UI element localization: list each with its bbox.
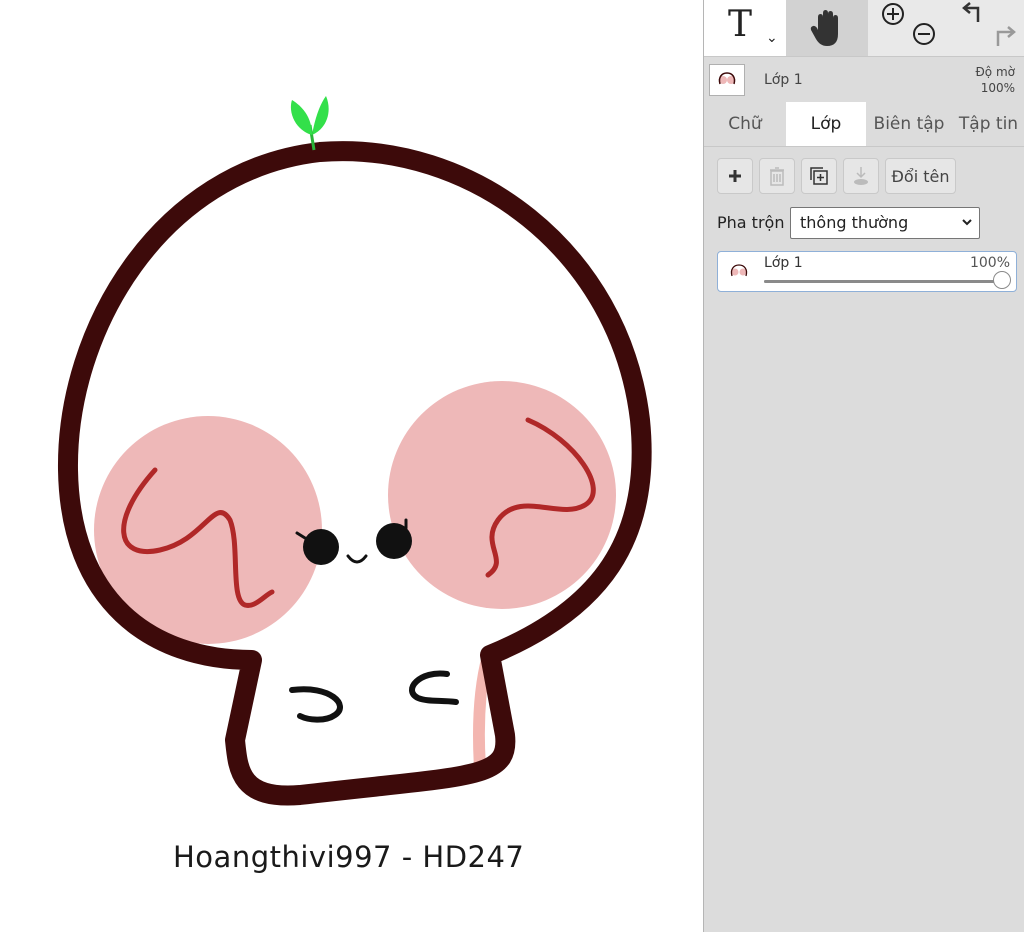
left-arm: [289, 686, 343, 723]
zoom-tools: [868, 0, 946, 56]
trash-icon: [770, 167, 784, 186]
plus-icon: [729, 170, 741, 182]
delete-layer-button[interactable]: [759, 158, 795, 194]
blend-mode-value: thông thường: [800, 213, 909, 232]
layer-thumbnail: [730, 264, 748, 277]
hand-icon: [810, 10, 838, 46]
undo-icon[interactable]: [960, 2, 986, 26]
zoom-in-icon[interactable]: [881, 2, 905, 26]
add-layer-button[interactable]: [717, 158, 753, 194]
left-eye: [303, 529, 339, 565]
sticker-drawing: [57, 96, 652, 806]
right-arm: [409, 670, 459, 705]
merge-down-button[interactable]: [843, 158, 879, 194]
duplicate-layer-button[interactable]: [801, 158, 837, 194]
opacity-slider-track[interactable]: [764, 280, 1002, 283]
layer-list-item[interactable]: Lớp 1 100%: [717, 251, 1017, 292]
zoom-out-icon[interactable]: [912, 22, 936, 46]
watermark-text: Hoangthivi997 - HD247: [173, 840, 525, 874]
rename-layer-button[interactable]: Đổi tên: [885, 158, 956, 194]
sprout-leaf-left: [290, 100, 312, 135]
panel-tabs: Chữ Lớp Biên tập Tập tin: [704, 102, 1024, 147]
redo-icon[interactable]: [992, 24, 1018, 48]
side-panel: T ⌄ Lớp 1 Độ mờ 100% Chữ Lớp Biên tập Tậ…: [703, 0, 1024, 932]
current-layer-name: Lớp 1: [764, 72, 803, 88]
opacity-slider-thumb[interactable]: [993, 271, 1011, 289]
opacity-value: 100%: [980, 81, 1015, 95]
opacity-slider-fill: [764, 280, 1002, 283]
hand-tool-button[interactable]: [786, 0, 868, 56]
tab-edit[interactable]: Biên tập: [866, 102, 952, 146]
current-layer-info: Lớp 1 Độ mờ 100%: [704, 56, 1024, 103]
blend-mode-label: Pha trộn: [717, 213, 785, 232]
sprout-leaf-right: [312, 96, 329, 135]
layer-name: Lớp 1: [764, 255, 803, 271]
drawing-canvas[interactable]: Hoangthivi997 - HD247: [0, 0, 703, 932]
toolbar: T ⌄: [704, 0, 1024, 56]
chevron-down-icon: [962, 219, 972, 226]
duplicate-icon: [810, 167, 828, 185]
text-tool-icon: T: [728, 4, 753, 45]
blend-mode-select[interactable]: thông thường: [790, 207, 980, 239]
opacity-display: Độ mờ 100%: [976, 64, 1016, 96]
opacity-label: Độ mờ: [975, 65, 1016, 79]
history-tools: [946, 0, 1024, 56]
tab-text[interactable]: Chữ: [704, 102, 786, 146]
tab-layers[interactable]: Lớp: [786, 102, 866, 146]
right-cheek: [388, 381, 616, 609]
layer-opacity-value: 100%: [969, 255, 1010, 271]
mouth: [346, 554, 368, 564]
text-tool-button[interactable]: T ⌄: [704, 0, 786, 56]
chevron-down-icon[interactable]: ⌄: [766, 30, 778, 46]
merge-down-icon: [854, 167, 868, 185]
tab-file[interactable]: Tập tin: [952, 102, 1024, 146]
layer-thumbnail: [709, 64, 745, 96]
